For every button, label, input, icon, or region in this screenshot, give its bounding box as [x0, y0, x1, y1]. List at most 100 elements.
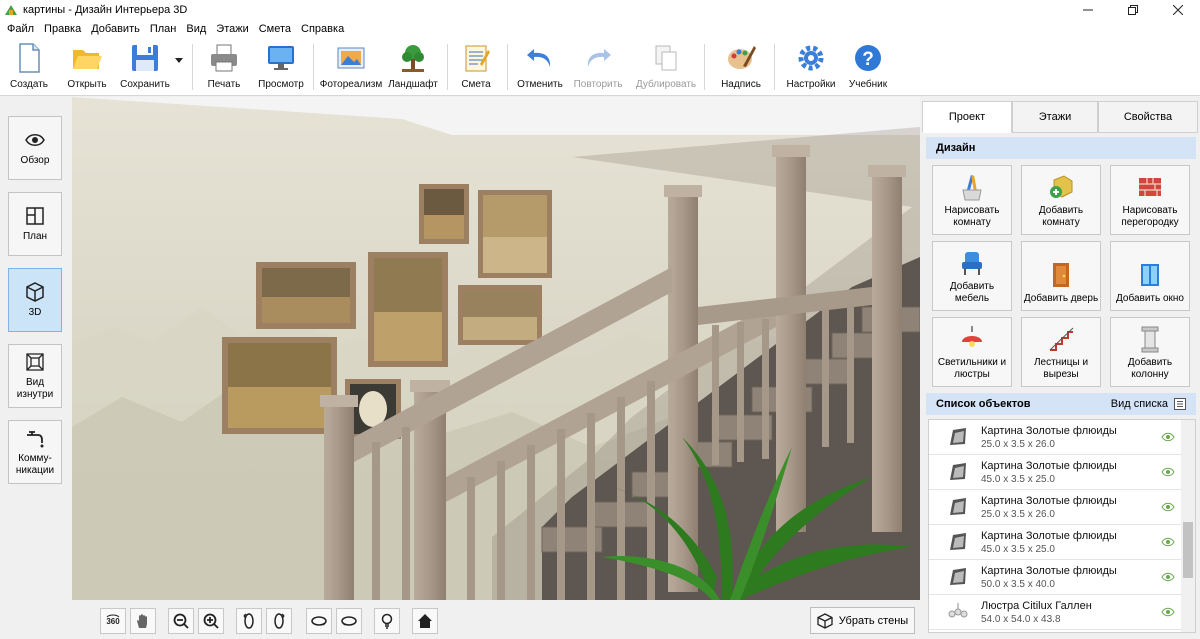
duplicate-button[interactable]: Дублировать [634, 42, 698, 92]
menu-floors[interactable]: Этажи [211, 23, 253, 35]
save-label: Сохранить [120, 79, 170, 90]
menu-plan[interactable]: План [145, 23, 182, 35]
add-window-button[interactable]: Добавить окно [1110, 241, 1190, 311]
picture-frame[interactable] [478, 190, 552, 278]
plan-button[interactable]: План [8, 192, 62, 256]
view-3d-button[interactable]: 3D [8, 268, 62, 332]
picture-frame[interactable] [458, 285, 542, 345]
open-button[interactable]: Открыть [64, 42, 110, 92]
list-item[interactable]: Картина Золотые флюиды 45.0 x 3.5 x 25.0 [929, 525, 1195, 560]
home-view-button[interactable] [412, 608, 438, 634]
menu-estimate[interactable]: Смета [254, 23, 296, 35]
utilities-button[interactable]: Комму-никации [8, 420, 62, 484]
list-item[interactable]: Картина Золотые флюиды 50.0 x 3.5 x 40.0 [929, 560, 1195, 595]
room-interior-icon [26, 353, 44, 371]
landscape-button[interactable]: Ландшафт [386, 42, 440, 92]
create-button[interactable]: Создать [8, 42, 50, 92]
preview-button[interactable]: Просмотр [256, 42, 306, 92]
object-dims: 45.0 x 3.5 x 25.0 [981, 473, 1055, 485]
visibility-eye-icon[interactable] [1161, 467, 1175, 477]
object-dims: 54.0 x 54.0 x 43.8 [981, 613, 1061, 625]
visibility-eye-icon[interactable] [1161, 502, 1175, 512]
redo-arrow-icon [587, 49, 611, 67]
draw-room-button[interactable]: Нарисовать комнату [932, 165, 1012, 235]
picture-frame[interactable] [368, 252, 448, 367]
redo-button[interactable]: Повторить [572, 42, 624, 92]
tab-project[interactable]: Проект [922, 101, 1012, 133]
column-icon [1141, 326, 1159, 353]
tutorial-button[interactable]: ? Учебник [846, 42, 890, 92]
view-list-toggle[interactable]: Вид списка [1111, 398, 1186, 410]
zoom-in-button[interactable] [198, 608, 224, 634]
menu-add[interactable]: Добавить [86, 23, 145, 35]
rotate-right-button[interactable] [266, 608, 292, 634]
list-item[interactable]: Люстра Citilux Галлен 54.0 x 54.0 x 43.8 [929, 595, 1195, 630]
maximize-button[interactable] [1110, 0, 1155, 20]
stairs-button[interactable]: Лестницы и вырезы [1021, 317, 1101, 387]
scrollbar-thumb[interactable] [1183, 522, 1193, 578]
add-column-button[interactable]: Добавить колонну [1110, 317, 1190, 387]
minimize-button[interactable] [1065, 0, 1110, 20]
menu-edit[interactable]: Правка [39, 23, 86, 35]
object-name: Картина Золотые флюиды [981, 564, 1117, 577]
photo-render-icon [337, 47, 365, 69]
toolbar-separator [507, 44, 508, 90]
picture-frame[interactable] [222, 337, 337, 434]
menu-help[interactable]: Справка [296, 23, 349, 35]
object-dims: 25.0 x 3.5 x 26.0 [981, 438, 1055, 450]
picture-frame[interactable] [419, 184, 469, 244]
rotate-left-button[interactable] [236, 608, 262, 634]
3d-viewport[interactable] [72, 97, 920, 600]
object-list[interactable]: Картина Золотые флюиды 25.0 x 3.5 x 26.0 … [928, 419, 1196, 633]
visibility-eye-icon[interactable] [1161, 537, 1175, 547]
caption-button[interactable]: Надпись [718, 42, 764, 92]
draw-partition-button[interactable]: Нарисовать перегородку [1110, 165, 1190, 235]
monitor-icon [268, 46, 294, 70]
object-list-scrollbar[interactable] [1181, 420, 1195, 632]
visibility-eye-icon[interactable] [1161, 572, 1175, 582]
tab-floors[interactable]: Этажи [1012, 101, 1098, 133]
object-dims: 25.0 x 3.5 x 26.0 [981, 508, 1055, 520]
add-room-button[interactable]: Добавить комнату [1021, 165, 1101, 235]
picture-frame[interactable] [256, 262, 356, 329]
zoom-out-button[interactable] [168, 608, 194, 634]
plan-label: План [22, 231, 48, 242]
tilt-up-button[interactable] [306, 608, 332, 634]
menu-file[interactable]: Файл [2, 23, 39, 35]
settings-button[interactable]: Настройки [784, 42, 838, 92]
app-window: картины - Дизайн Интерьера 3D Файл Правк… [0, 0, 1200, 639]
save-button[interactable]: Сохранить [118, 42, 172, 92]
zoom-in-icon [203, 613, 219, 629]
print-button[interactable]: Печать [204, 42, 244, 92]
design-section-header: Дизайн [926, 137, 1196, 159]
viewport-toolbar: 360 Убрать стены [72, 600, 920, 639]
toolbar-separator [447, 44, 448, 90]
add-furniture-button[interactable]: Добавить мебель [932, 241, 1012, 311]
estimate-button[interactable]: Смета [458, 42, 494, 92]
visibility-eye-icon[interactable] [1161, 607, 1175, 617]
tab-properties[interactable]: Свойства [1098, 101, 1198, 133]
paint-palette-icon [728, 46, 756, 69]
tutorial-label: Учебник [848, 79, 888, 90]
lights-button[interactable]: Светильники и люстры [932, 317, 1012, 387]
menu-view[interactable]: Вид [181, 23, 211, 35]
list-item[interactable]: Картина Золотые флюиды 25.0 x 3.5 x 26.0 [929, 490, 1195, 525]
photorealism-button[interactable]: Фотореализм [318, 42, 384, 92]
door-icon [1053, 263, 1069, 287]
list-item[interactable]: Картина Золотые флюиды 25.0 x 3.5 x 26.0 [929, 420, 1195, 455]
estimate-label: Смета [461, 79, 491, 90]
list-item[interactable]: Картина Золотые флюиды 45.0 x 3.5 x 25.0 [929, 455, 1195, 490]
pan-button[interactable] [130, 608, 156, 634]
lighting-button[interactable] [374, 608, 400, 634]
overview-button[interactable]: Обзор [8, 116, 62, 180]
undo-button[interactable]: Отменить [516, 42, 564, 92]
visibility-eye-icon[interactable] [1161, 432, 1175, 442]
add-door-button[interactable]: Добавить дверь [1021, 241, 1101, 311]
tilt-down-button[interactable] [336, 608, 362, 634]
inside-view-button[interactable]: Вид изнутри [8, 344, 62, 408]
close-button[interactable] [1155, 0, 1200, 20]
remove-walls-button[interactable]: Убрать стены [810, 607, 915, 634]
walls-cube-icon [817, 612, 833, 629]
undo-label: Отменить [517, 79, 563, 90]
rotate-360-button[interactable]: 360 [100, 608, 126, 634]
